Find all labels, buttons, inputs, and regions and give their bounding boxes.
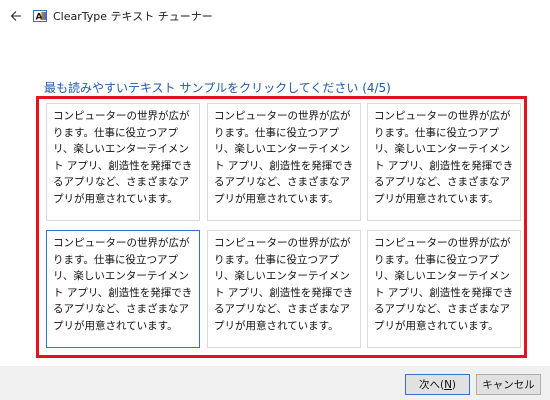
back-arrow-icon [10, 11, 21, 21]
instruction-heading: 最も読みやすいテキスト サンプルをクリックしてください (4/5) [44, 81, 391, 95]
text-sample-5[interactable]: コンピューターの世界が広がります。仕事に役立つアプリ、楽しいエンターテイメント … [207, 230, 361, 348]
back-button[interactable] [3, 3, 29, 29]
cancel-button-label: キャンセル [482, 379, 535, 391]
next-button-label: 次へ( [418, 379, 445, 391]
sample-text: コンピューターの世界が広がります。仕事に役立つアプリ、楽しいエンターテイメント … [214, 110, 354, 205]
text-sample-2[interactable]: コンピューターの世界が広がります。仕事に役立つアプリ、楽しいエンターテイメント … [207, 103, 361, 221]
next-access-key: N [444, 378, 452, 391]
sample-text: コンピューターの世界が広がります。仕事に役立つアプリ、楽しいエンターテイメント … [214, 237, 354, 332]
text-sample-3[interactable]: コンピューターの世界が広がります。仕事に役立つアプリ、楽しいエンターテイメント … [367, 103, 521, 221]
sample-text: コンピューターの世界が広がります。仕事に役立つアプリ、楽しいエンターテイメント … [53, 237, 193, 332]
text-sample-4[interactable]: コンピューターの世界が広がります。仕事に役立つアプリ、楽しいエンターテイメント … [46, 230, 200, 348]
text-sample-1[interactable]: コンピューターの世界が広がります。仕事に役立つアプリ、楽しいエンターテイメント … [46, 103, 200, 221]
sample-text: コンピューターの世界が広がります。仕事に役立つアプリ、楽しいエンターテイメント … [374, 110, 514, 205]
cleartype-icon: A [33, 9, 47, 23]
window-title: ClearType テキスト チューナー [53, 10, 213, 23]
cleartype-window: A ClearType テキスト チューナー 最も読みやすいテキスト サンプルを… [0, 0, 550, 400]
cancel-button[interactable]: キャンセル [476, 374, 541, 395]
sample-text: コンピューターの世界が広がります。仕事に役立つアプリ、楽しいエンターテイメント … [53, 110, 193, 205]
next-button-suffix: ) [451, 378, 457, 391]
sample-text: コンピューターの世界が広がります。仕事に役立つアプリ、楽しいエンターテイメント … [374, 237, 514, 332]
title-bar: A ClearType テキスト チューナー [0, 0, 550, 32]
sample-grid: コンピューターの世界が広がります。仕事に役立つアプリ、楽しいエンターテイメント … [44, 103, 527, 351]
svg-text:A: A [36, 13, 43, 23]
text-sample-6[interactable]: コンピューターの世界が広がります。仕事に役立つアプリ、楽しいエンターテイメント … [367, 230, 521, 348]
next-button[interactable]: 次へ(N) [405, 374, 470, 395]
